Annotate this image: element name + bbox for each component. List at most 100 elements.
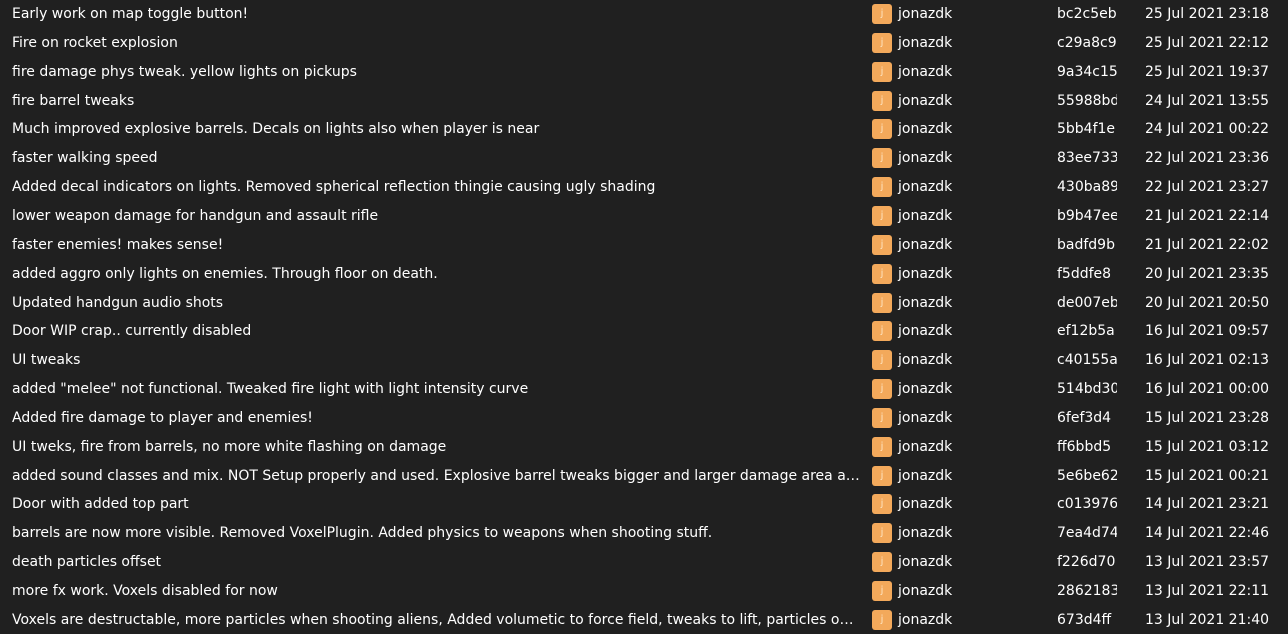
commit-row[interactable]: Updated handgun audio shots j jonazdk de007… <box>0 289 1288 317</box>
author-name: jonazdk <box>898 150 953 167</box>
commit-author: j jonazdk <box>872 606 1042 634</box>
commit-date: 22 Jul 2021 23:36 <box>1145 150 1270 167</box>
commit-message: added sound classes and mix. NOT Setup p… <box>12 467 860 484</box>
commit-row[interactable]: added "melee" not functional. Tweaked fi… <box>0 375 1288 403</box>
commit-hash: 9a34c15 <box>1057 63 1117 80</box>
user-avatar-icon: j <box>872 407 892 428</box>
user-avatar-icon: j <box>872 321 892 342</box>
commit-author: j jonazdk <box>872 346 1042 374</box>
commit-date: 25 Jul 2021 22:12 <box>1145 34 1270 51</box>
commit-date: 15 Jul 2021 00:21 <box>1145 467 1270 484</box>
commit-author: j jonazdk <box>872 462 1042 490</box>
commit-row[interactable]: UI tweks, fire from barrels, no more whi… <box>0 433 1288 461</box>
commit-author: j jonazdk <box>872 231 1042 259</box>
commit-row[interactable]: more fx work. Voxels disabled for now j jo… <box>0 577 1288 605</box>
author-name: jonazdk <box>898 438 953 455</box>
commit-message: faster enemies! makes sense! <box>12 236 224 253</box>
user-avatar-icon: j <box>872 148 892 169</box>
user-avatar-icon: j <box>872 581 892 601</box>
commit-message: Voxels are destructable, more particles … <box>12 611 860 628</box>
author-name: jonazdk <box>898 63 953 80</box>
author-name: jonazdk <box>898 583 953 599</box>
commit-author: j jonazdk <box>872 433 1042 461</box>
commit-author: j jonazdk <box>872 173 1042 201</box>
commit-date: 21 Jul 2021 22:02 <box>1145 236 1270 253</box>
commit-hash: 514bd30 <box>1057 381 1117 398</box>
commit-hash: de007eb <box>1057 294 1117 311</box>
commit-author: j jonazdk <box>872 519 1042 547</box>
commit-date: 13 Jul 2021 21:40 <box>1145 611 1270 628</box>
commit-hash: badfd9b <box>1057 236 1115 253</box>
author-name: jonazdk <box>898 236 953 253</box>
commit-row[interactable]: Added fire damage to player and enemies!… <box>0 404 1288 432</box>
user-avatar-icon: j <box>872 379 892 400</box>
commit-row[interactable]: fire barrel tweaks j jonazdk 55988bd 24 Jul … <box>0 87 1288 115</box>
author-name: jonazdk <box>898 179 953 196</box>
user-avatar-icon: j <box>872 263 892 284</box>
author-name: jonazdk <box>898 381 953 398</box>
commit-hash: c29a8c9 <box>1057 34 1117 51</box>
commit-row[interactable]: Door with added top part j jonazdk c013976 1… <box>0 490 1288 518</box>
user-avatar-icon: j <box>872 465 892 486</box>
commit-hash: ff6bbd5 <box>1057 438 1112 455</box>
commit-row[interactable]: Early work on map toggle button! j jonazdk… <box>0 0 1288 28</box>
commit-message: Added decal indicators on lights. Remove… <box>12 179 656 196</box>
commit-row[interactable]: added aggro only lights on enemies. Thro… <box>0 260 1288 288</box>
author-name: jonazdk <box>898 121 953 138</box>
commit-row[interactable]: faster enemies! makes sense! j jonazdk badf… <box>0 231 1288 259</box>
author-name: jonazdk <box>898 294 953 311</box>
commit-date: 24 Jul 2021 00:22 <box>1145 121 1270 138</box>
author-name: jonazdk <box>898 265 953 282</box>
commit-hash: b9b47ee <box>1057 207 1117 224</box>
author-name: jonazdk <box>898 554 953 571</box>
commit-row[interactable]: Door WIP crap.. currently disabled j jonaz… <box>0 317 1288 345</box>
commit-hash: f226d70 <box>1057 554 1116 571</box>
commit-row[interactable]: fire damage phys tweak. yellow lights on… <box>0 58 1288 86</box>
commit-author: j jonazdk <box>872 202 1042 230</box>
commit-author: j jonazdk <box>872 260 1042 288</box>
commit-author: j jonazdk <box>872 0 1042 28</box>
commit-message: added aggro only lights on enemies. Thro… <box>12 265 438 282</box>
author-name: jonazdk <box>898 467 953 484</box>
commit-row[interactable]: Fire on rocket explosion j jonazdk c29a8c9 2… <box>0 29 1288 57</box>
user-avatar-icon: j <box>872 90 892 111</box>
commit-message: lower weapon damage for handgun and assa… <box>12 207 379 224</box>
commit-hash: 7ea4d74 <box>1057 525 1117 542</box>
commit-row[interactable]: added sound classes and mix. NOT Setup p… <box>0 462 1288 490</box>
commit-row[interactable]: Voxels are destructable, more particles … <box>0 606 1288 634</box>
author-name: jonazdk <box>898 92 953 109</box>
commit-hash: 5bb4f1e <box>1057 121 1116 138</box>
user-avatar-icon: j <box>872 436 892 457</box>
commit-message: Door WIP crap.. currently disabled <box>12 323 252 340</box>
user-avatar-icon: j <box>872 552 892 573</box>
commit-row[interactable]: Much improved explosive barrels. Decals … <box>0 115 1288 143</box>
user-avatar-icon: j <box>872 177 892 198</box>
author-name: jonazdk <box>898 207 953 224</box>
commit-hash: 673d4ff <box>1057 611 1112 628</box>
author-name: jonazdk <box>898 6 953 22</box>
user-avatar-icon: j <box>872 234 892 255</box>
commit-message: death particles offset <box>12 554 162 571</box>
commit-row[interactable]: barrels are now more visible. Removed Vo… <box>0 519 1288 547</box>
commit-row[interactable]: lower weapon damage for handgun and assa… <box>0 202 1288 230</box>
commit-hash: ef12b5a <box>1057 323 1115 340</box>
commit-date: 22 Jul 2021 23:27 <box>1145 179 1270 196</box>
commit-row[interactable]: faster walking speed j jonazdk 83ee733 22 Ju… <box>0 144 1288 172</box>
author-name: jonazdk <box>898 409 953 426</box>
user-avatar-icon: j <box>872 609 892 630</box>
commit-row[interactable]: Added decal indicators on lights. Remove… <box>0 173 1288 201</box>
user-avatar-icon: j <box>872 350 892 371</box>
author-name: jonazdk <box>898 34 953 51</box>
commit-hash: 55988bd <box>1057 92 1117 109</box>
commit-author: j jonazdk <box>872 317 1042 345</box>
user-avatar-icon: j <box>872 61 892 82</box>
commit-author: j jonazdk <box>872 548 1042 576</box>
commit-history-list: Early work on map toggle button! j jonazdk… <box>0 0 1288 634</box>
commit-date: 14 Jul 2021 23:21 <box>1145 496 1270 513</box>
commit-date: 24 Jul 2021 13:55 <box>1145 92 1270 109</box>
commit-row[interactable]: death particles offset j jonazdk f226d70 13 … <box>0 548 1288 576</box>
commit-row[interactable]: UI tweaks j jonazdk c40155a 16 Jul 2021 02:1… <box>0 346 1288 374</box>
commit-date: 15 Jul 2021 23:28 <box>1145 409 1270 426</box>
commit-message: Early work on map toggle button! <box>12 6 249 22</box>
commit-author: j jonazdk <box>872 490 1042 518</box>
